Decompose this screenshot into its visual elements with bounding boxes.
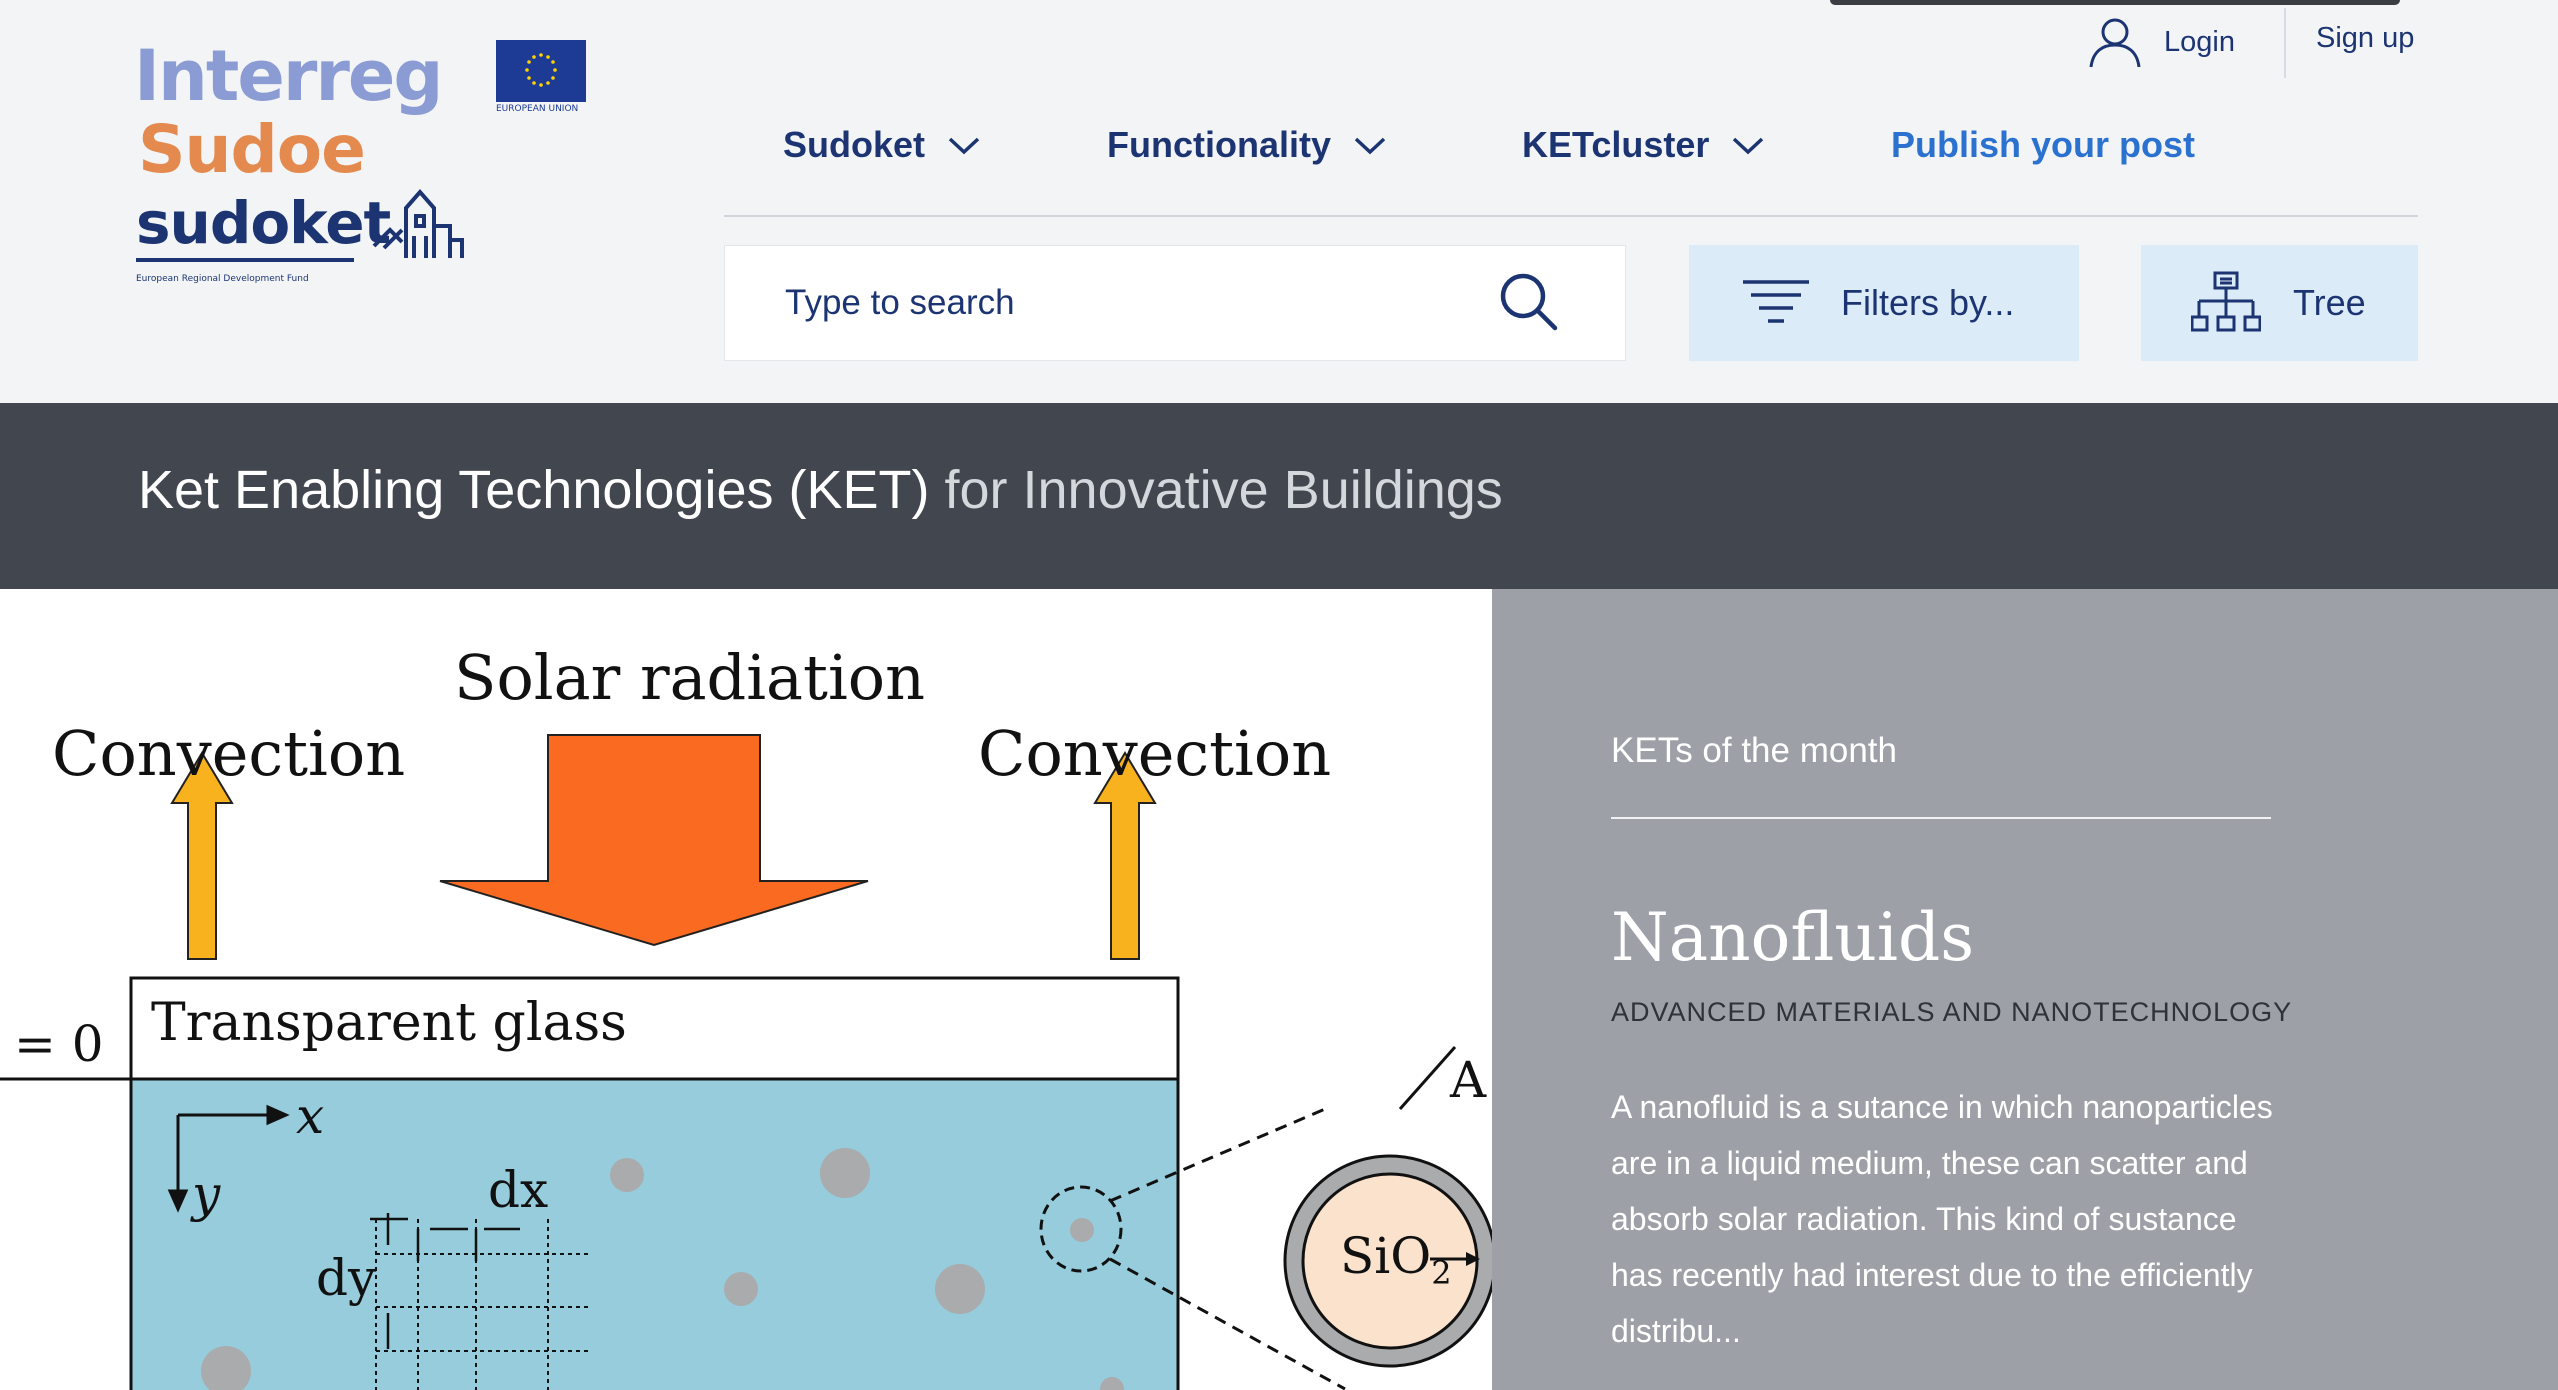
chevron-down-icon [948, 137, 980, 155]
user-icon [2089, 18, 2141, 68]
logo-underline [136, 258, 354, 262]
tree-button[interactable]: Tree [2141, 245, 2418, 361]
logo-sudoe-text: Sudoe [138, 111, 366, 188]
solar-radiation-arrow [439, 734, 869, 947]
nav-functionality-label: Functionality [1107, 124, 1331, 165]
house-logo-icon [370, 186, 466, 268]
label-axis-x: x [296, 1087, 325, 1145]
filters-button[interactable]: Filters by... [1689, 245, 2079, 361]
sitemap-icon [2191, 271, 2261, 332]
label-dy: dy [316, 1249, 377, 1307]
nav-ketcluster-label: KETcluster [1522, 124, 1710, 165]
chevron-down-icon [1733, 137, 1764, 155]
site-header: Interreg EUROPEAN UNION Sudoe sudoket Eu… [0, 0, 2558, 403]
label-origin: = 0 [14, 1015, 104, 1073]
tree-label: Tree [2293, 282, 2366, 323]
label-sio2-main: SiO [1340, 1227, 1432, 1285]
page-title-band: Ket Enabling Technologies (KET) for Inno… [0, 403, 2558, 589]
nav-publish-label: Publish your post [1891, 124, 2196, 165]
featured-image[interactable]: Solar radiation Convection Convection Tr… [0, 589, 1492, 1390]
panel-kicker: KETs of the month [1611, 731, 1897, 770]
label-convection-left: Convection [52, 717, 406, 790]
login-link[interactable]: Login [2088, 14, 2235, 70]
page-title-light: for Innovative Buildings [944, 460, 1503, 520]
page-title: Ket Enabling Technologies (KET) for Inno… [138, 459, 1503, 521]
filters-label: Filters by... [1841, 282, 2015, 323]
search-icon[interactable] [1497, 270, 1561, 334]
nav-publish-post[interactable]: Publish your post [1891, 124, 2195, 166]
eu-label: EUROPEAN UNION [496, 104, 579, 114]
label-solar-radiation: Solar radiation [454, 641, 926, 714]
nav-sudoket[interactable]: Sudoket [783, 124, 981, 166]
panel-divider [1611, 817, 2271, 819]
label-axis-y: y [192, 1165, 221, 1223]
feature-excerpt: A nanofluid is a sutance in which nanopa… [1611, 1089, 2273, 1349]
label-sio2: SiO2 [1340, 1227, 1452, 1292]
nav-sudoket-label: Sudoket [783, 124, 926, 165]
account-divider [2284, 8, 2286, 78]
logo-fund-text: European Regional Development Fund [136, 274, 309, 284]
signup-link[interactable]: Sign up [2316, 22, 2414, 55]
ket-of-month-panel: KETs of the month Nanofluids ADVANCED MA… [1492, 589, 2558, 1390]
label-transparent-glass: Transparent glass [151, 993, 627, 1053]
nav-ketcluster[interactable]: KETcluster [1522, 124, 1765, 166]
chevron-down-icon [1354, 137, 1386, 155]
nav-divider [724, 215, 2418, 217]
page-title-strong: Ket Enabling Technologies (KET) [138, 460, 930, 520]
search-input[interactable] [785, 246, 1485, 360]
top-shadow-bar [1830, 0, 2400, 5]
feature-category: ADVANCED MATERIALS AND NANOTECHNOLOGY [1611, 997, 2293, 1027]
search-box [724, 245, 1626, 361]
login-label: Login [2164, 25, 2235, 58]
site-logo[interactable]: Interreg EUROPEAN UNION Sudoe sudoket Eu… [134, 36, 604, 296]
label-sio2-sub: 2 [1431, 1254, 1452, 1292]
eu-flag-icon [496, 40, 586, 102]
label-convection-right: Convection [978, 717, 1332, 790]
filter-icon [1743, 280, 1809, 323]
logo-interreg-text: Interreg [134, 35, 443, 117]
feature-title[interactable]: Nanofluids [1611, 899, 1974, 976]
nav-functionality[interactable]: Functionality [1107, 124, 1387, 166]
nanofluid-layer [129, 1077, 1180, 1390]
label-a: A [1450, 1051, 1487, 1109]
logo-sudoket-text: sudoket [136, 189, 391, 257]
label-dx: dx [488, 1161, 549, 1219]
